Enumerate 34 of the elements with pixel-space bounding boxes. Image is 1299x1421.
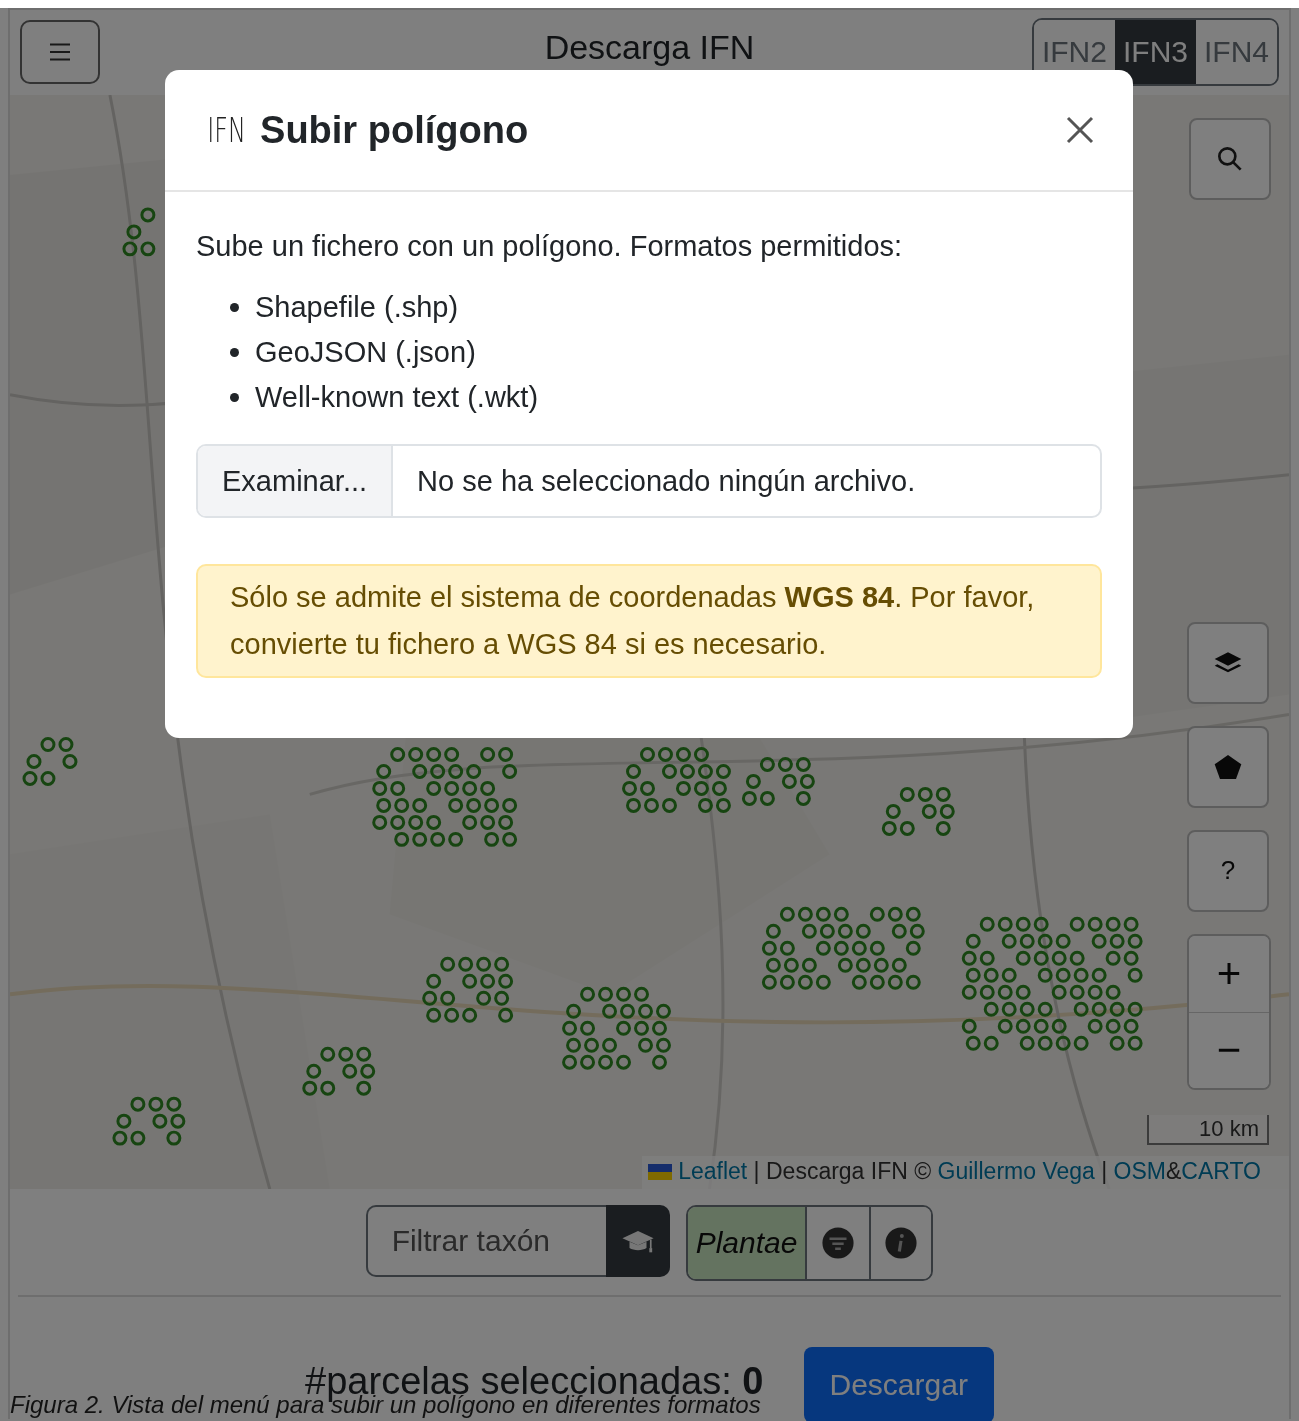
draw-polygon-button[interactable] <box>1187 725 1269 808</box>
attribution-link[interactable]: Guillermo Vega <box>937 1158 1095 1184</box>
bullet-icon <box>230 303 239 312</box>
inventory-tab[interactable]: IFN3 <box>1114 20 1196 85</box>
format-item: Well-known text (.wkt) <box>255 381 539 414</box>
search-button[interactable] <box>1189 117 1271 200</box>
dialog-intro: Sube un fichero con un polígono. Formatos permitidos: <box>196 230 904 263</box>
filter-icon <box>821 1226 856 1260</box>
app-title: Descarga IFN <box>544 30 755 64</box>
file-input[interactable]: Examinar... No se ha seleccionado ningún archivo. <box>196 444 1102 518</box>
attribution-link[interactable]: Leaflet <box>678 1158 748 1184</box>
flag-icon <box>648 1163 673 1180</box>
selected-taxon: Plantae <box>687 1207 808 1279</box>
help-button[interactable]: ? <box>1187 829 1269 912</box>
browse-button[interactable]: Examinar... <box>198 446 394 516</box>
zoom-out-button[interactable]: − <box>1189 1011 1269 1088</box>
info-button[interactable] <box>869 1207 932 1279</box>
layers-button[interactable] <box>1187 621 1269 704</box>
map-attribution: Leaflet | Descarga IFN © Guillermo Vega | OSM&CARTO <box>678 1158 1261 1185</box>
info-icon <box>884 1226 919 1260</box>
format-item: Shapefile (.shp) <box>255 291 459 324</box>
format-item: GeoJSON (.json) <box>255 336 476 369</box>
warning-alert: Sólo se admite el sistema de coordenadas WGS 84. Por favor, convierte tu fichero a WGS 84 si es necesario. <box>196 564 1102 678</box>
taxon-search-button[interactable] <box>605 1205 670 1277</box>
download-button[interactable]: Descargar <box>803 1347 994 1421</box>
bullet-icon <box>230 393 239 402</box>
file-status: No se ha seleccionado ningún archivo. <box>416 463 917 499</box>
taxon-filter-field[interactable]: Filtrar taxón <box>365 1205 606 1277</box>
menu-button[interactable] <box>20 20 100 85</box>
dialog-title: Subir polígono <box>260 108 530 152</box>
attribution-link[interactable]: OSM <box>1113 1158 1166 1184</box>
dialog-logo: IFN <box>207 110 246 150</box>
bullet-icon <box>230 348 239 357</box>
attribution-link[interactable]: CARTO <box>1181 1158 1261 1184</box>
